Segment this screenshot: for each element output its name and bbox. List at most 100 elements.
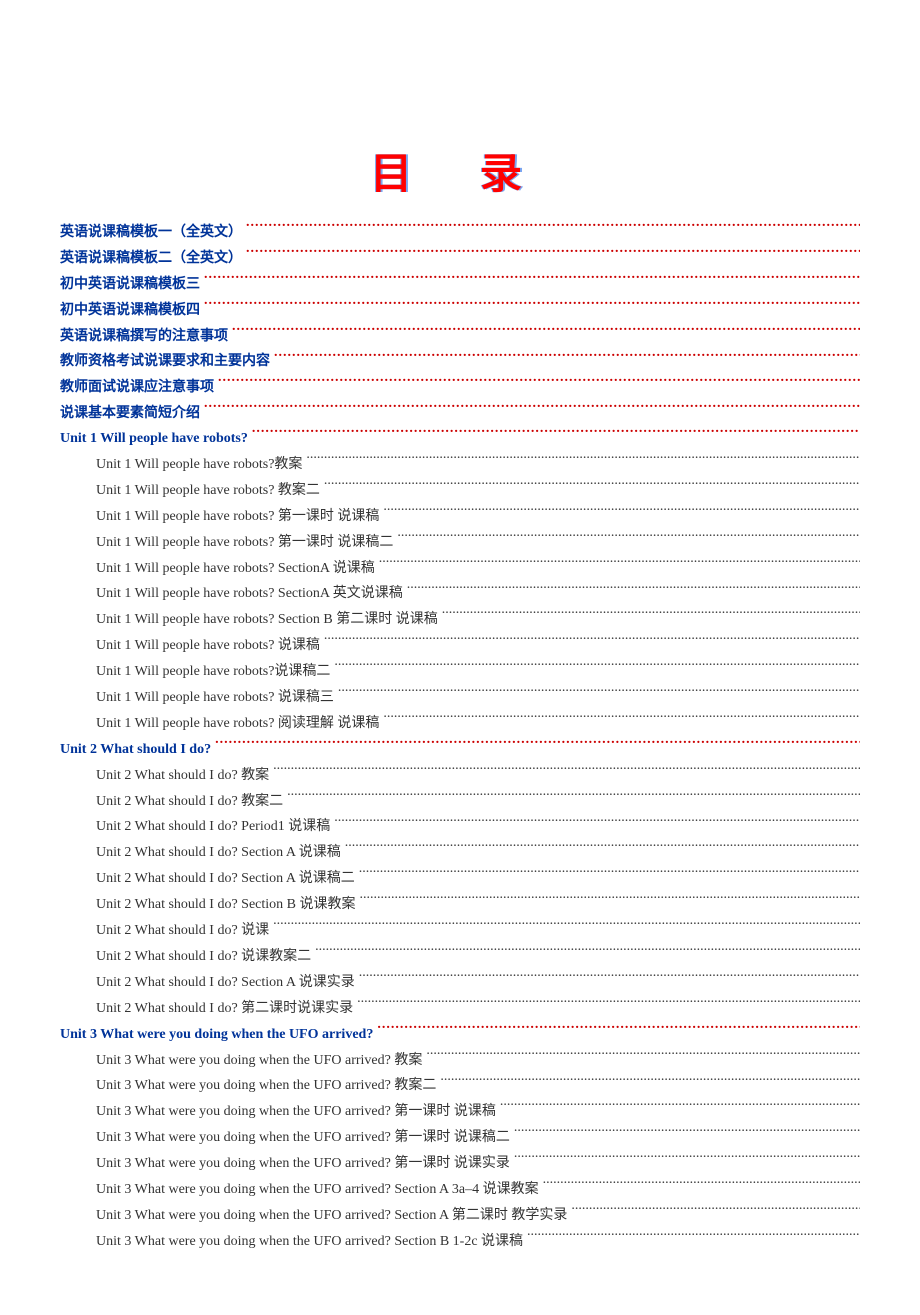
toc-subitem[interactable]: Unit 2 What should I do? Section A 说课稿二 (60, 866, 860, 892)
toc-subitem[interactable]: Unit 1 Will people have robots? SectionA… (60, 556, 860, 582)
toc-subitem[interactable]: Unit 1 Will people have robots? SectionA… (60, 581, 860, 607)
toc-subitem[interactable]: Unit 2 What should I do? Section B 说课教案 (60, 892, 860, 918)
toc-leader-dots (246, 248, 860, 262)
toc-section[interactable]: 教师面试说课应注意事项 (60, 374, 860, 400)
toc-leader-dots (324, 480, 860, 494)
toc-subitem[interactable]: Unit 3 What were you doing when the UFO … (60, 1177, 860, 1203)
toc-leader-dots (543, 1179, 860, 1193)
toc-leader-dots (315, 946, 860, 960)
toc-leader-dots (360, 894, 861, 908)
toc-subitem[interactable]: Unit 2 What should I do? Period1 说课稿 (60, 814, 860, 840)
toc-label: Unit 1 Will people have robots? SectionA… (96, 581, 403, 607)
toc-subitem[interactable]: Unit 3 What were you doing when the UFO … (60, 1151, 860, 1177)
toc-subitem[interactable]: Unit 2 What should I do? 教案二 (60, 789, 860, 815)
toc-subitem[interactable]: Unit 2 What should I do? 说课教案二 (60, 944, 860, 970)
toc-label: Unit 2 What should I do? 说课 (96, 918, 269, 944)
toc-label: 说课基本要素简短介绍 (60, 400, 200, 426)
toc-leader-dots (204, 300, 860, 314)
toc-label: Unit 3 What were you doing when the UFO … (60, 1022, 373, 1048)
toc-leader-dots (246, 222, 860, 236)
toc-leader-dots (287, 791, 860, 805)
toc-label: Unit 1 Will people have robots? 说课稿 (96, 633, 320, 659)
toc-subitem[interactable]: Unit 2 What should I do? Section A 说课实录 (60, 970, 860, 996)
toc-leader-dots (440, 1075, 860, 1089)
toc-section[interactable]: 英语说课稿模板二（全英文） (60, 245, 860, 271)
toc-section[interactable]: 说课基本要素简短介绍 (60, 400, 860, 426)
toc-label: Unit 1 Will people have robots? SectionA… (96, 556, 375, 582)
toc-leader-dots (215, 739, 860, 753)
toc-label: Unit 2 What should I do? Section A 说课实录 (96, 970, 355, 996)
toc-subitem[interactable]: Unit 1 Will people have robots? 阅读理解 说课稿 (60, 711, 860, 737)
toc-leader-dots (527, 1231, 860, 1245)
toc-leader-dots (571, 1205, 860, 1219)
toc-label: Unit 2 What should I do? Section A 说课稿 (96, 840, 341, 866)
toc-label: Unit 3 What were you doing when the UFO … (96, 1099, 496, 1125)
toc-subitem[interactable]: Unit 1 Will people have robots? 第一课时 说课稿… (60, 530, 860, 556)
toc-label: Unit 2 What should I do? 第二课时说课实录 (96, 996, 353, 1022)
toc-label: Unit 2 What should I do? Period1 说课稿 (96, 814, 330, 840)
toc-label: Unit 1 Will people have robots? 阅读理解 说课稿 (96, 711, 379, 737)
toc-label: Unit 1 Will people have robots? 第一课时 说课稿… (96, 530, 393, 556)
toc-subitem[interactable]: Unit 1 Will people have robots?说课稿二 (60, 659, 860, 685)
toc-section[interactable]: 英语说课稿撰写的注意事项 (60, 323, 860, 349)
toc-subitem[interactable]: Unit 3 What were you doing when the UFO … (60, 1125, 860, 1151)
toc-label: 初中英语说课稿模板三 (60, 271, 200, 297)
toc-label: 初中英语说课稿模板四 (60, 297, 200, 323)
toc-label: Unit 1 Will people have robots? 说课稿三 (96, 685, 334, 711)
toc-leader-dots (383, 713, 860, 727)
toc-leader-dots (426, 1050, 860, 1064)
toc-leader-dots (218, 377, 860, 391)
toc-leader-dots (379, 558, 860, 572)
toc-section[interactable]: 初中英语说课稿模板三 (60, 271, 860, 297)
toc-leader-dots (204, 403, 860, 417)
toc-subitem[interactable]: Unit 3 What were you doing when the UFO … (60, 1229, 860, 1255)
toc-leader-dots (324, 635, 860, 649)
toc-leader-dots (345, 842, 860, 856)
toc-label: 教师资格考试说课要求和主要内容 (60, 348, 270, 374)
toc-label: Unit 1 Will people have robots? Section … (96, 607, 438, 633)
toc-subitem[interactable]: Unit 2 What should I do? Section A 说课稿 (60, 840, 860, 866)
toc-section[interactable]: Unit 3 What were you doing when the UFO … (60, 1022, 860, 1048)
toc-subitem[interactable]: Unit 1 Will people have robots? 说课稿 (60, 633, 860, 659)
toc-leader-dots (407, 583, 860, 597)
toc-subitem[interactable]: Unit 1 Will people have robots? 说课稿三 (60, 685, 860, 711)
toc-leader-dots (397, 532, 860, 546)
toc-subitem[interactable]: Unit 3 What were you doing when the UFO … (60, 1203, 860, 1229)
toc-section[interactable]: 教师资格考试说课要求和主要内容 (60, 348, 860, 374)
page-title: 目 录 (60, 140, 860, 201)
toc-section[interactable]: Unit 2 What should I do? (60, 737, 860, 763)
toc-leader-dots (334, 661, 860, 675)
toc-label: 教师面试说课应注意事项 (60, 374, 214, 400)
toc-leader-dots (383, 506, 860, 520)
toc-subitem[interactable]: Unit 2 What should I do? 说课 (60, 918, 860, 944)
toc-leader-dots (252, 428, 860, 442)
toc-label: Unit 3 What were you doing when the UFO … (96, 1125, 510, 1151)
toc-label: Unit 2 What should I do? 教案二 (96, 789, 283, 815)
toc-section[interactable]: Unit 1 Will people have robots? (60, 426, 860, 452)
toc-label: Unit 3 What were you doing when the UFO … (96, 1048, 422, 1074)
toc-label: Unit 3 What were you doing when the UFO … (96, 1203, 567, 1229)
toc-subitem[interactable]: Unit 2 What should I do? 第二课时说课实录 (60, 996, 860, 1022)
toc-label: 英语说课稿撰写的注意事项 (60, 323, 228, 349)
toc-label: Unit 2 What should I do? 说课教案二 (96, 944, 311, 970)
toc-label: Unit 3 What were you doing when the UFO … (96, 1177, 539, 1203)
toc-subitem[interactable]: Unit 1 Will people have robots? 第一课时 说课稿 (60, 504, 860, 530)
toc-subitem[interactable]: Unit 1 Will people have robots? 教案二 (60, 478, 860, 504)
toc-label: Unit 2 What should I do? 教案 (96, 763, 269, 789)
toc-subitem[interactable]: Unit 1 Will people have robots?教案 (60, 452, 860, 478)
toc-leader-dots (232, 326, 860, 340)
toc-subitem[interactable]: Unit 3 What were you doing when the UFO … (60, 1073, 860, 1099)
toc-subitem[interactable]: Unit 2 What should I do? 教案 (60, 763, 860, 789)
toc-subitem[interactable]: Unit 3 What were you doing when the UFO … (60, 1099, 860, 1125)
toc-subitem[interactable]: Unit 1 Will people have robots? Section … (60, 607, 860, 633)
toc-section[interactable]: 英语说课稿模板一（全英文） (60, 219, 860, 245)
toc-label: Unit 2 What should I do? Section A 说课稿二 (96, 866, 355, 892)
toc-leader-dots (306, 454, 860, 468)
toc-section[interactable]: 初中英语说课稿模板四 (60, 297, 860, 323)
toc-label: Unit 1 Will people have robots?说课稿二 (96, 659, 330, 685)
toc-leader-dots (273, 765, 860, 779)
toc-leader-dots (274, 351, 860, 365)
toc-label: Unit 3 What were you doing when the UFO … (96, 1229, 523, 1255)
toc-subitem[interactable]: Unit 3 What were you doing when the UFO … (60, 1048, 860, 1074)
toc-leader-dots (514, 1127, 860, 1141)
